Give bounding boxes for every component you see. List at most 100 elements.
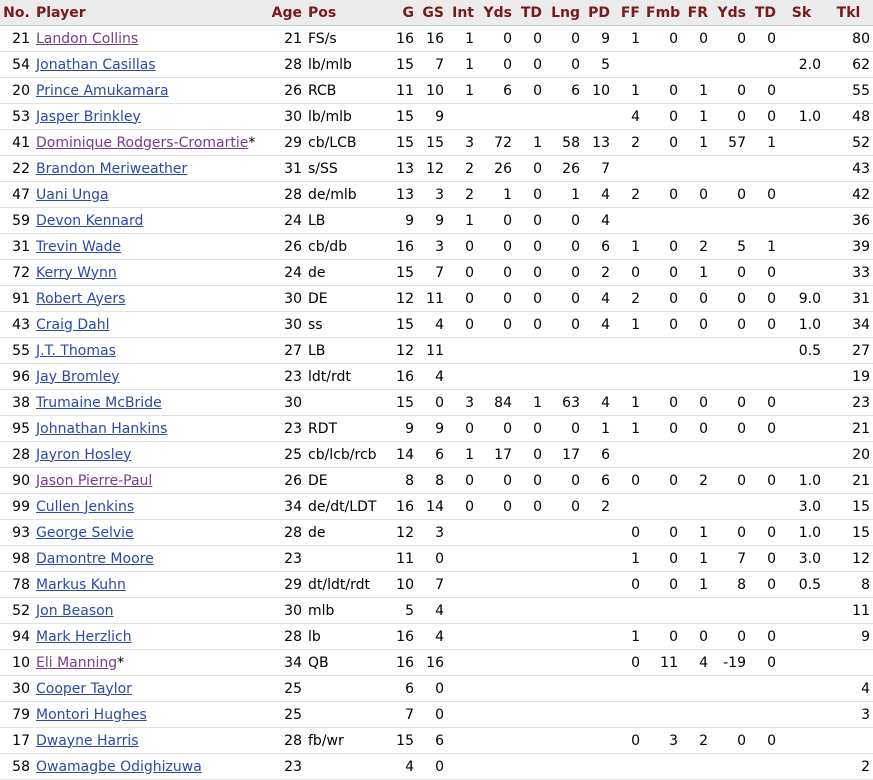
player-link[interactable]: Dwayne Harris <box>36 733 139 749</box>
col-header-fr[interactable]: FR <box>681 0 711 26</box>
cell-fr <box>681 337 711 364</box>
player-link[interactable]: Montori Hughes <box>36 707 147 723</box>
cell-ff: 0 <box>613 649 643 676</box>
cell-int-yds <box>477 623 515 650</box>
cell-g: 14 <box>389 441 417 468</box>
cell-int-yds: 0 <box>477 467 515 494</box>
col-header-int-yds[interactable]: Yds <box>477 0 515 26</box>
cell-fr-yds: 0 <box>711 389 749 416</box>
cell-pd: 6 <box>583 467 613 494</box>
cell-g: 15 <box>389 259 417 286</box>
cell-player: Jason Pierre-Paul <box>33 467 265 494</box>
cell-int-yds: 26 <box>477 155 515 182</box>
player-link[interactable]: Landon Collins <box>36 31 138 47</box>
cell-fr <box>681 207 711 234</box>
cell-sk <box>779 597 824 624</box>
player-link[interactable]: Mark Herzlich <box>36 629 132 645</box>
cell-fr-td: 0 <box>749 519 779 546</box>
cell-pos: lb/mlb <box>305 103 389 130</box>
cell-fr-td: 0 <box>749 25 779 52</box>
cell-tkl: 52 <box>824 129 873 156</box>
player-link[interactable]: Cullen Jenkins <box>36 499 134 515</box>
cell-lng <box>545 623 583 650</box>
player-link[interactable]: Prince Amukamara <box>36 83 169 99</box>
table-row: 58 Owamagbe Odighizuwa 23 4 0 2 <box>0 753 873 780</box>
cell-pd <box>583 337 613 364</box>
cell-ff: 1 <box>613 233 643 260</box>
cell-ff: 1 <box>613 77 643 104</box>
cell-int-yds: 0 <box>477 51 515 78</box>
cell-g: 13 <box>389 155 417 182</box>
cell-fr-yds <box>711 207 749 234</box>
cell-g: 16 <box>389 363 417 390</box>
col-header-int-td[interactable]: TD <box>515 0 545 26</box>
col-header-fmb[interactable]: Fmb <box>643 0 681 26</box>
player-link[interactable]: Dominique Rodgers-Cromartie <box>36 135 248 151</box>
col-header-pos[interactable]: Pos <box>305 0 389 26</box>
cell-fr-td: 1 <box>749 233 779 260</box>
cell-ff: 1 <box>613 623 643 650</box>
cell-lng: 0 <box>545 51 583 78</box>
player-link[interactable]: Jonathan Casillas <box>36 57 156 73</box>
cell-fr-yds: 0 <box>711 623 749 650</box>
player-link[interactable]: Kerry Wynn <box>36 265 117 281</box>
player-link[interactable]: Johnathan Hankins <box>36 421 167 437</box>
cell-player: Jasper Brinkley <box>33 103 265 130</box>
player-link[interactable]: J.T. Thomas <box>36 343 116 359</box>
player-link[interactable]: Jasper Brinkley <box>36 109 141 125</box>
table-row: 93 George Selvie 28 de 12 3 0 0 1 0 0 1.0 15 <box>0 519 873 546</box>
cell-int-yds <box>477 545 515 572</box>
cell-no: 30 <box>0 675 33 702</box>
cell-pos: QB <box>305 649 389 676</box>
col-header-ff[interactable]: FF <box>613 0 643 26</box>
player-link[interactable]: Owamagbe Odighizuwa <box>36 759 202 775</box>
cell-fr-yds: 0 <box>711 25 749 52</box>
col-header-sk[interactable]: Sk <box>779 0 824 26</box>
cell-int-yds <box>477 727 515 754</box>
player-link[interactable]: Cooper Taylor <box>36 681 132 697</box>
col-header-lng[interactable]: Lng <box>545 0 583 26</box>
cell-age: 29 <box>265 571 305 598</box>
col-header-tkl[interactable]: Tkl <box>824 0 873 26</box>
col-header-age[interactable]: Age <box>265 0 305 26</box>
player-link[interactable]: Eli Manning <box>36 655 117 671</box>
col-header-fr-td[interactable]: TD <box>749 0 779 26</box>
player-link[interactable]: Devon Kennard <box>36 213 143 229</box>
cell-pos: LB <box>305 207 389 234</box>
cell-gs: 3 <box>417 233 447 260</box>
cell-fr-td <box>749 207 779 234</box>
table-row: 53 Jasper Brinkley 30 lb/mlb 15 9 4 0 1 0 0 1.0 48 <box>0 103 873 130</box>
player-link[interactable]: Jay Bromley <box>36 369 120 385</box>
player-link[interactable]: Trevin Wade <box>36 239 121 255</box>
player-link[interactable]: Jon Beason <box>36 603 114 619</box>
col-header-fr-yds[interactable]: Yds <box>711 0 749 26</box>
player-link[interactable]: Jason Pierre-Paul <box>36 473 152 489</box>
col-header-g[interactable]: G <box>389 0 417 26</box>
cell-lng: 0 <box>545 415 583 442</box>
player-link[interactable]: George Selvie <box>36 525 134 541</box>
cell-fr-yds: 0 <box>711 415 749 442</box>
col-header-no[interactable]: No. <box>0 0 33 26</box>
player-link[interactable]: Craig Dahl <box>36 317 109 333</box>
cell-fr-yds <box>711 51 749 78</box>
player-link[interactable]: Damontre Moore <box>36 551 154 567</box>
cell-int-yds <box>477 337 515 364</box>
cell-fr <box>681 51 711 78</box>
cell-lng: 0 <box>545 285 583 312</box>
player-link[interactable]: Trumaine McBride <box>36 395 162 411</box>
col-header-player[interactable]: Player <box>33 0 265 26</box>
col-header-int[interactable]: Int <box>447 0 477 26</box>
col-header-gs[interactable]: GS <box>417 0 447 26</box>
table-row: 28 Jayron Hosley 25 cb/lcb/rcb 14 6 1 17 0 17 6 20 <box>0 441 873 468</box>
player-link[interactable]: Brandon Meriweather <box>36 161 187 177</box>
cell-fr-yds <box>711 493 749 520</box>
col-header-pd[interactable]: PD <box>583 0 613 26</box>
player-link[interactable]: Uani Unga <box>36 187 109 203</box>
cell-age: 28 <box>265 623 305 650</box>
cell-fmb: 0 <box>643 181 681 208</box>
cell-fr-td: 0 <box>749 727 779 754</box>
player-link[interactable]: Robert Ayers <box>36 291 125 307</box>
player-link[interactable]: Jayron Hosley <box>36 447 132 463</box>
cell-player: Cullen Jenkins <box>33 493 265 520</box>
player-link[interactable]: Markus Kuhn <box>36 577 126 593</box>
